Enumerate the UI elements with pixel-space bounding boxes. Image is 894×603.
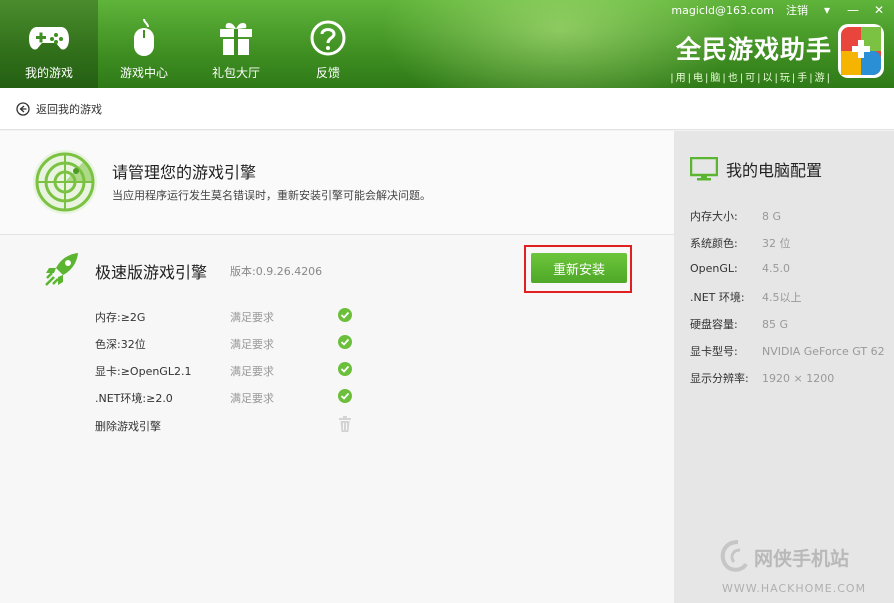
trash-icon[interactable] xyxy=(338,416,352,432)
watermark-logo-icon xyxy=(720,540,748,572)
gift-icon xyxy=(216,18,256,58)
gamepad-icon xyxy=(29,18,69,58)
engine-version: 版本:0.9.26.4206 xyxy=(230,265,323,278)
requirement-status: 满足要求 xyxy=(230,365,274,378)
spec-row: OpenGL: 4.5.0 xyxy=(690,262,894,275)
requirement-name: 色深:32位 xyxy=(95,338,146,351)
spec-row: 显示分辨率: 1920 × 1200 xyxy=(690,370,894,386)
window-topbar: magicld@163.com 注销 ▾ — ✕ xyxy=(671,2,886,18)
spec-key: .NET 环境: xyxy=(690,291,745,304)
logout-link[interactable]: 注销 xyxy=(786,2,808,18)
monitor-icon xyxy=(690,157,718,181)
brand-logo-icon xyxy=(836,22,886,80)
mouse-icon xyxy=(124,18,164,58)
rocket-icon xyxy=(44,251,80,287)
question-icon xyxy=(308,18,348,58)
pc-config-panel: 我的电脑配置 内存大小: 8 G 系统颜色: 32 位 OpenGL: 4.5.0 .… xyxy=(674,131,894,603)
requirement-status: 满足要求 xyxy=(230,311,274,324)
sub-toolbar: 返回我的游戏 xyxy=(0,88,894,130)
requirement-name: 内存:≥2G xyxy=(95,311,146,324)
nav-label: 礼包大厅 xyxy=(211,66,260,80)
spec-key: 显示分辨率: xyxy=(690,372,749,385)
watermark: 网侠手机站 WWW.HACKHOME.COM xyxy=(718,538,890,600)
back-button[interactable]: 返回我的游戏 xyxy=(16,101,102,117)
watermark-text: 网侠手机站 xyxy=(754,548,850,570)
check-icon xyxy=(338,308,352,322)
spec-value: 4.5以上 xyxy=(762,291,802,304)
spec-row: .NET 环境: 4.5以上 xyxy=(690,289,894,305)
nav-label: 游戏中心 xyxy=(119,66,168,80)
delete-engine-link[interactable]: 删除游戏引擎 xyxy=(95,418,161,434)
spec-value: 8 G xyxy=(762,210,782,223)
intro-section: 请管理您的游戏引擎 当应用程序运行发生莫名错误时，重新安装引擎可能会解决问题。 xyxy=(0,131,674,235)
spec-key: 系统颜色: xyxy=(690,237,738,250)
requirement-row: .NET环境:≥2.0 满足要求 xyxy=(95,389,375,410)
minimize-icon[interactable]: — xyxy=(846,3,860,17)
watermark-url: WWW.HACKHOME.COM xyxy=(722,582,867,595)
requirement-status: 满足要求 xyxy=(230,392,274,405)
spec-row: 系统颜色: 32 位 xyxy=(690,235,894,251)
brand-slogan: |用|电|脑|也|可|以|玩|手|游| xyxy=(670,73,832,84)
requirement-status: 满足要求 xyxy=(230,338,274,351)
intro-title: 请管理您的游戏引擎 xyxy=(112,163,257,182)
spec-value: NVIDIA GeForce GT 62 xyxy=(762,345,885,358)
requirement-row: 内存:≥2G 满足要求 xyxy=(95,308,375,329)
user-email: magicld@163.com xyxy=(671,3,774,17)
nav-feedback[interactable]: 反馈 xyxy=(282,0,374,88)
nav-game-center[interactable]: 游戏中心 xyxy=(98,0,190,88)
check-icon xyxy=(338,335,352,349)
intro-description: 当应用程序运行发生莫名错误时，重新安装引擎可能会解决问题。 xyxy=(112,189,431,202)
menu-dropdown-icon[interactable]: ▾ xyxy=(820,3,834,17)
close-icon[interactable]: ✕ xyxy=(872,3,886,17)
reinstall-button[interactable]: 重新安装 xyxy=(531,253,627,283)
requirement-row: 色深:32位 满足要求 xyxy=(95,335,375,356)
spec-row: 硬盘容量: 85 G xyxy=(690,316,894,332)
spec-value: 4.5.0 xyxy=(762,262,790,275)
spec-key: OpenGL: xyxy=(690,262,738,275)
requirement-row: 显卡:≥OpenGL2.1 满足要求 xyxy=(95,362,375,383)
spec-value: 32 位 xyxy=(762,237,791,250)
nav-my-games[interactable]: 我的游戏 xyxy=(0,0,98,88)
radar-icon xyxy=(32,149,98,215)
back-label: 返回我的游戏 xyxy=(36,102,102,116)
main-nav: 我的游戏 游戏中心 礼包大厅 反馈 xyxy=(0,0,374,88)
pc-config-header: 我的电脑配置 xyxy=(690,157,822,181)
spec-row: 显卡型号: NVIDIA GeForce GT 62 xyxy=(690,343,894,359)
engine-name: 极速版游戏引擎 xyxy=(95,263,208,282)
spec-value: 1920 × 1200 xyxy=(762,372,835,385)
nav-label: 我的游戏 xyxy=(24,66,73,80)
app-header: 我的游戏 游戏中心 礼包大厅 反馈 magicld@163.com 注销 ▾ —… xyxy=(0,0,894,88)
spec-row: 内存大小: 8 G xyxy=(690,208,894,224)
nav-gift-hall[interactable]: 礼包大厅 xyxy=(190,0,282,88)
spec-key: 硬盘容量: xyxy=(690,318,738,331)
spec-value: 85 G xyxy=(762,318,789,331)
requirement-name: 显卡:≥OpenGL2.1 xyxy=(95,365,192,378)
check-icon xyxy=(338,389,352,403)
spec-key: 显卡型号: xyxy=(690,345,738,358)
brand: 全民游戏助手 |用|电|脑|也|可|以|玩|手|游| xyxy=(670,30,832,84)
requirement-name: .NET环境:≥2.0 xyxy=(95,392,173,405)
engine-management-panel: 请管理您的游戏引擎 当应用程序运行发生莫名错误时，重新安装引擎可能会解决问题。 … xyxy=(0,131,674,603)
pc-config-title: 我的电脑配置 xyxy=(726,161,823,180)
spec-key: 内存大小: xyxy=(690,210,738,223)
brand-title: 全民游戏助手 xyxy=(675,35,832,64)
nav-label: 反馈 xyxy=(315,66,340,80)
back-arrow-icon xyxy=(16,101,30,116)
check-icon xyxy=(338,362,352,376)
